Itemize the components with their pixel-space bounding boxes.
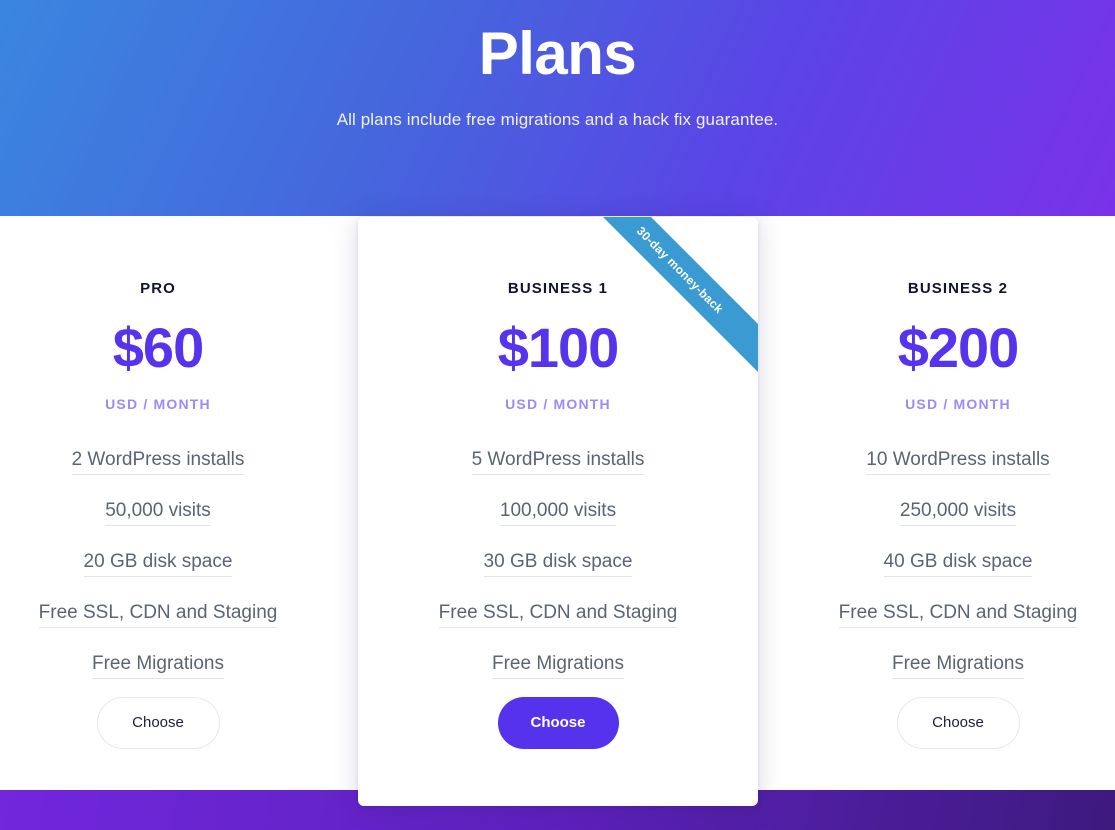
feature-text: Free Migrations (92, 654, 224, 679)
list-item: Free Migrations (358, 654, 758, 679)
list-item: Free SSL, CDN and Staging (798, 603, 1115, 628)
feature-text: 20 GB disk space (83, 552, 233, 577)
list-item: Free SSL, CDN and Staging (0, 603, 318, 628)
feature-list: 2 WordPress installs 50,000 visits 20 GB… (0, 450, 318, 705)
feature-text: 40 GB disk space (883, 552, 1033, 577)
feature-text: 100,000 visits (499, 501, 617, 526)
page-title: Plans (478, 20, 637, 87)
feature-list: 5 WordPress installs 100,000 visits 30 G… (358, 450, 758, 705)
feature-text: Free Migrations (892, 654, 1024, 679)
hero-banner: Plans All plans include free migrations … (0, 0, 1115, 216)
feature-list: 10 WordPress installs 250,000 visits 40 … (798, 450, 1115, 705)
list-item: 30 GB disk space (358, 552, 758, 577)
feature-text: 5 WordPress installs (471, 450, 645, 475)
list-item: 20 GB disk space (0, 552, 318, 577)
feature-text: 50,000 visits (105, 501, 211, 526)
plan-price: $200 (897, 316, 1020, 379)
pricing-page: Plans All plans include free migrations … (0, 0, 1115, 830)
list-item: 10 WordPress installs (798, 450, 1115, 475)
feature-text: 2 WordPress installs (71, 450, 245, 475)
feature-text: 30 GB disk space (483, 552, 633, 577)
feature-text: Free SSL, CDN and Staging (438, 603, 678, 628)
feature-text: Free Migrations (492, 654, 624, 679)
list-item: 40 GB disk space (798, 552, 1115, 577)
choose-button-business-2[interactable]: Choose (896, 697, 1020, 749)
cta-wrapper: Choose (818, 697, 1098, 749)
feature-text: 250,000 visits (899, 501, 1017, 526)
plan-price: $60 (112, 316, 204, 379)
list-item: Free Migrations (0, 654, 318, 679)
feature-text: Free SSL, CDN and Staging (838, 603, 1078, 628)
plan-period: USD / MONTH (105, 396, 211, 412)
plan-period: USD / MONTH (905, 396, 1011, 412)
plan-card-business-2[interactable]: BUSINESS 2 $200 USD / MONTH 10 WordPress… (818, 216, 1098, 790)
choose-button-pro[interactable]: Choose (96, 697, 220, 749)
list-item: Free Migrations (798, 654, 1115, 679)
plan-card-business-1[interactable]: 30-day money-back BUSINESS 1 $100 USD / … (358, 217, 758, 806)
plan-price: $100 (497, 316, 620, 379)
list-item: 250,000 visits (798, 501, 1115, 526)
cta-wrapper: Choose (358, 697, 758, 749)
list-item: Free SSL, CDN and Staging (358, 603, 758, 628)
list-item: 2 WordPress installs (0, 450, 318, 475)
plan-card-pro[interactable]: PRO $60 USD / MONTH 2 WordPress installs… (18, 216, 298, 790)
cta-wrapper: Choose (18, 697, 298, 749)
list-item: 50,000 visits (0, 501, 318, 526)
plan-period: USD / MONTH (505, 396, 611, 412)
page-subtitle: All plans include free migrations and a … (336, 110, 779, 129)
list-item: 100,000 visits (358, 501, 758, 526)
choose-button-business-1[interactable]: Choose (497, 697, 619, 749)
feature-text: Free SSL, CDN and Staging (38, 603, 278, 628)
feature-text: 10 WordPress installs (866, 450, 1050, 475)
plan-name: PRO (140, 280, 176, 297)
plan-name: BUSINESS 2 (907, 280, 1009, 297)
list-item: 5 WordPress installs (358, 450, 758, 475)
